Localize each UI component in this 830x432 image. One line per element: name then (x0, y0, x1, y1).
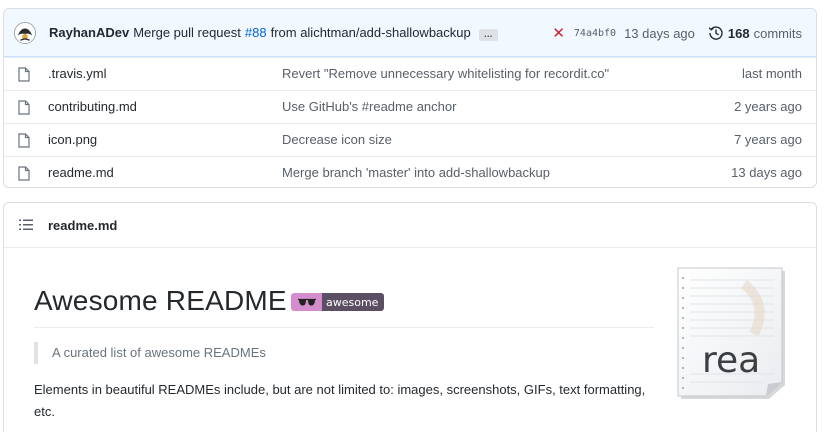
commit-meta: ✕ 74a4bf0 13 days ago 168 commits (552, 9, 802, 57)
file-row[interactable]: .travis.yml Revert "Remove unnecessary w… (4, 57, 816, 90)
file-age: 13 days ago (731, 165, 802, 180)
list-unordered-icon[interactable] (19, 219, 33, 234)
file-age: last month (742, 66, 802, 81)
file-row[interactable]: readme.md Merge branch 'master' into add… (4, 156, 816, 187)
avatar[interactable] (14, 21, 36, 44)
file-name-link[interactable]: contributing.md (48, 99, 137, 114)
file-icon (18, 100, 30, 118)
latest-commit-bar: RayhanADev Merge pull request #88 from a… (4, 9, 816, 57)
intro-paragraph: Elements in beautiful READMEs include, b… (34, 382, 646, 419)
commit-count[interactable]: 168 (728, 26, 750, 41)
file-list-box: RayhanADev Merge pull request #88 from a… (3, 8, 817, 188)
sunglasses-icon (291, 293, 322, 311)
avatar-image (15, 22, 35, 43)
file-icon (18, 166, 30, 184)
file-row[interactable]: contributing.md Use GitHub's #readme anc… (4, 90, 816, 123)
file-commit-link[interactable]: Use GitHub's #readme anchor (282, 99, 456, 114)
commit-pr-link[interactable]: #88 (245, 25, 267, 40)
blockquote-text: A curated list of awesome READMEs (52, 345, 266, 360)
readme-heading: Awesome README (34, 285, 287, 316)
readme-header: readme.md (4, 203, 816, 248)
file-row[interactable]: icon.png Decrease icon size 7 years ago (4, 123, 816, 156)
readme-logo-image: rea (674, 264, 792, 400)
history-icon[interactable] (708, 25, 724, 41)
file-name-link[interactable]: icon.png (48, 132, 97, 147)
file-age: 2 years ago (734, 99, 802, 114)
commit-age: 13 days ago (624, 25, 695, 41)
file-icon (18, 67, 30, 85)
blockquote-bar (34, 342, 38, 364)
badge-label: awesome (322, 293, 385, 311)
expand-commit-message-button[interactable]: … (478, 28, 498, 41)
file-age: 7 years ago (734, 132, 802, 147)
commit-message-suffix[interactable]: from alichtman/add-shallowbackup (271, 25, 471, 40)
awesome-badge[interactable]: awesome (291, 293, 385, 311)
heading-divider (34, 327, 654, 328)
commit-sha-link[interactable]: 74a4bf0 (574, 28, 616, 39)
readme-filename[interactable]: readme.md (48, 218, 117, 233)
readme-logo-text: rea (702, 340, 760, 381)
file-commit-link[interactable]: Decrease icon size (282, 132, 392, 147)
file-commit-link[interactable]: Merge branch 'master' into add-shallowba… (282, 165, 550, 180)
readme-box: readme.md Awesome README awesome A curat… (3, 202, 817, 432)
commit-author-link[interactable]: RayhanADev (49, 25, 129, 40)
commit-count-label[interactable]: commits (754, 26, 802, 41)
file-name-link[interactable]: readme.md (48, 165, 114, 180)
file-name-link[interactable]: .travis.yml (48, 66, 107, 81)
file-icon (18, 133, 30, 151)
commit-message[interactable]: Merge pull request (133, 25, 241, 40)
status-failed-icon[interactable]: ✕ (552, 26, 565, 41)
file-commit-link[interactable]: Revert "Remove unnecessary whitelisting … (282, 66, 609, 81)
